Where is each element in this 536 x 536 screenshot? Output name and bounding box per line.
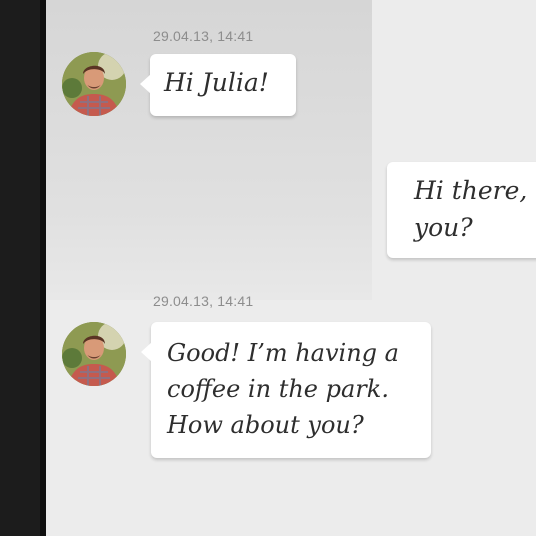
- bubble-tail: [141, 342, 152, 362]
- message-text: Hi Julia!: [164, 68, 269, 97]
- sender-avatar[interactable]: [62, 52, 126, 116]
- bubble-tail: [140, 74, 151, 94]
- message-timestamp: 29.04.13, 14:41: [153, 293, 254, 309]
- message-bubble-outgoing[interactable]: Hi there, you?: [387, 162, 536, 258]
- side-panel-edge: [0, 0, 40, 536]
- avatar-photo-icon: [62, 52, 126, 116]
- message-text: Good! I’m having a coffee in the park. H…: [167, 339, 399, 439]
- message-bubble[interactable]: Hi Julia!: [140, 54, 296, 116]
- message-text: Hi there, you?: [414, 176, 528, 242]
- avatar-photo-icon: [62, 322, 126, 386]
- sender-avatar[interactable]: [62, 322, 126, 386]
- message-bubble[interactable]: Good! I’m having a coffee in the park. H…: [141, 322, 431, 458]
- incoming-column-shade: [46, 0, 372, 300]
- chat-screen: 29.04.13, 14:41 Hi Julia! Hi there, you?…: [0, 0, 536, 536]
- conversation-view[interactable]: 29.04.13, 14:41 Hi Julia! Hi there, you?…: [46, 0, 536, 536]
- message-timestamp: 29.04.13, 14:41: [153, 28, 254, 44]
